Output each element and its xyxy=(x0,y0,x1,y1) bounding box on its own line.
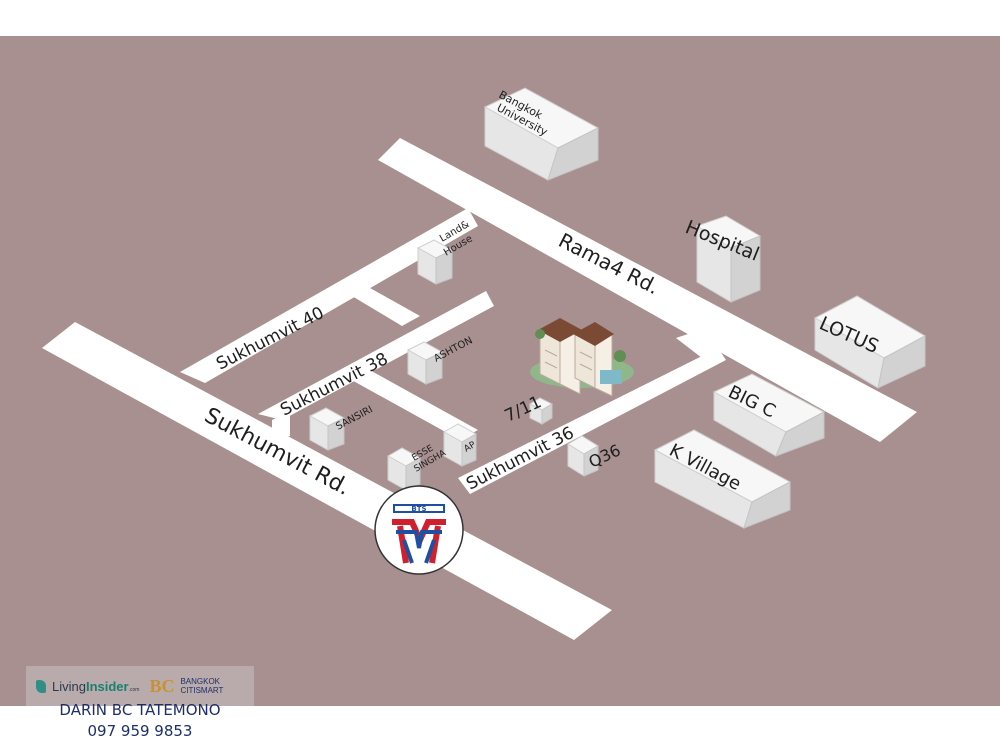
living-insider-text-1: Living xyxy=(52,678,86,694)
bc-logo-icon: BC xyxy=(149,676,174,697)
living-insider-domain: .com xyxy=(128,686,140,693)
bc-name-line-1: BANGKOK xyxy=(180,677,221,686)
bts-label: BTS xyxy=(411,505,426,513)
contact-phone: 097 959 9853 xyxy=(87,722,193,740)
bc-mark: BC xyxy=(149,675,175,696)
bc-name-line-2: CITISMART xyxy=(180,686,224,695)
living-insider-text-2: Insider xyxy=(85,678,129,694)
contact-name: DARIN BC TATEMONO xyxy=(59,701,221,719)
bc-company-name: BANGKOK CITISMART xyxy=(180,677,223,695)
living-insider-logo-icon xyxy=(36,679,46,693)
contact-block: DARIN BC TATEMONO 097 959 9853 xyxy=(26,700,254,742)
area-map: BTS Sukhumvit Rd. Rama4 Rd. Sukhumvit 40… xyxy=(0,36,1000,706)
living-insider-logo: LivingInsider.com xyxy=(52,679,139,694)
bts-logo-icon: BTS xyxy=(374,485,464,575)
